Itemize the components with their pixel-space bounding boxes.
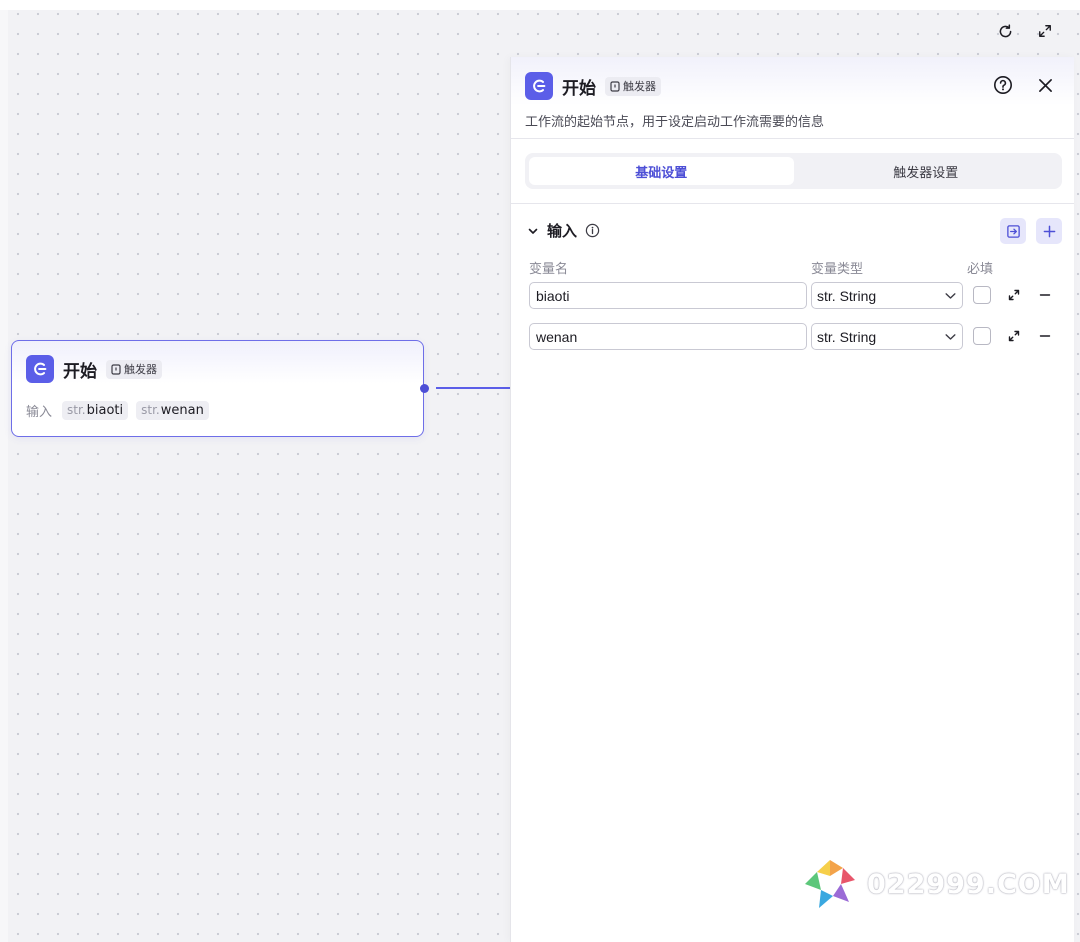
- tabs-wrapper: 基础设置 触发器设置: [511, 139, 1074, 189]
- trigger-tag-label: 触发器: [124, 363, 157, 376]
- remove-icon[interactable]: [1036, 327, 1054, 345]
- node-var-chip: str. biaoti: [62, 401, 129, 420]
- input-section-header: 输入: [511, 204, 1074, 256]
- variable-type-select[interactable]: str. String: [811, 323, 963, 350]
- expand-icon[interactable]: [1005, 327, 1023, 345]
- canvas-left-edge: [0, 10, 8, 942]
- panel-actions: [992, 74, 1056, 96]
- variable-row: str. String: [511, 282, 1074, 323]
- variable-name-input[interactable]: [529, 323, 807, 350]
- start-node[interactable]: 开始 触发器 输入 str. biaoti str. wenan: [11, 340, 424, 437]
- watermark-logo: [805, 860, 855, 908]
- var-chip-name: wenan: [160, 403, 204, 418]
- input-section-title[interactable]: 输入: [527, 220, 600, 241]
- type-select-value: str. String: [817, 329, 876, 345]
- var-chip-type: str.: [141, 403, 160, 417]
- type-name: String: [839, 328, 877, 345]
- col-variable-type: 变量类型: [811, 262, 864, 277]
- type-prefix: str.: [817, 287, 836, 304]
- info-icon[interactable]: [585, 223, 600, 238]
- chevron-down-icon: [945, 334, 956, 340]
- node-input-label: 输入: [26, 405, 53, 420]
- panel-header: 开始 触发器 工作流的起始节点，用于设定启动工作流需要的信息: [511, 57, 1074, 139]
- node-header: 开始 触发器: [26, 355, 162, 383]
- type-select-value: str. String: [817, 288, 876, 304]
- var-chip-type: str.: [67, 403, 86, 417]
- panel-title-row: 开始 触发器: [525, 72, 661, 100]
- col-required: 必填: [967, 262, 994, 277]
- watermark-text: 022999.COM: [867, 868, 1070, 900]
- chevron-down-icon: [945, 293, 956, 299]
- help-icon[interactable]: [992, 74, 1014, 96]
- settings-tabs: 基础设置 触发器设置: [525, 153, 1062, 189]
- add-variable-button[interactable]: [1036, 218, 1062, 244]
- import-icon: [1006, 224, 1020, 238]
- expand-icon[interactable]: [1034, 20, 1056, 42]
- node-edge: [436, 387, 510, 389]
- variable-column-headers: 变量名 变量类型 必填: [511, 256, 1074, 282]
- plus-icon: [1043, 225, 1055, 237]
- node-settings-panel: 开始 触发器 工作流的起始节点，用于设定启动工作流需要的信息 基础设置 触发器设…: [510, 57, 1074, 942]
- tab-trigger-settings[interactable]: 触发器设置: [794, 157, 1059, 185]
- remove-icon[interactable]: [1036, 286, 1054, 304]
- trigger-tag-label: 触发器: [623, 80, 656, 93]
- tab-basic-settings[interactable]: 基础设置: [529, 157, 794, 185]
- required-checkbox[interactable]: [973, 327, 991, 345]
- variable-row: str. String: [511, 323, 1074, 364]
- col-variable-name: 变量名: [529, 262, 569, 277]
- trigger-icon: [610, 80, 620, 92]
- start-node-icon: [525, 72, 553, 100]
- canvas-top-bar: [0, 0, 1080, 10]
- node-inputs: 输入 str. biaoti str. wenan: [26, 401, 209, 420]
- start-node-icon: [26, 355, 54, 383]
- watermark: 022999.COM: [803, 858, 1070, 910]
- expand-icon[interactable]: [1005, 286, 1023, 304]
- type-name: String: [839, 287, 877, 304]
- type-prefix: str.: [817, 328, 836, 345]
- variable-name-input[interactable]: [529, 282, 807, 309]
- var-chip-name: biaoti: [86, 403, 124, 418]
- canvas-toolbar: [994, 20, 1056, 42]
- section-actions: [1000, 218, 1062, 244]
- node-title: 开始: [63, 361, 97, 382]
- trigger-tag: 触发器: [605, 76, 661, 96]
- required-checkbox[interactable]: [973, 286, 991, 304]
- panel-description: 工作流的起始节点，用于设定启动工作流需要的信息: [525, 115, 825, 130]
- import-button[interactable]: [1000, 218, 1026, 244]
- panel-title: 开始: [562, 78, 596, 99]
- refresh-icon[interactable]: [994, 20, 1016, 42]
- trigger-icon: [111, 363, 121, 375]
- section-title-label: 输入: [547, 222, 578, 240]
- node-output-port[interactable]: [420, 384, 429, 393]
- trigger-tag: 触发器: [106, 359, 162, 379]
- chevron-down-icon[interactable]: [527, 225, 539, 237]
- node-var-chip: str. wenan: [136, 401, 209, 420]
- close-icon[interactable]: [1034, 74, 1056, 96]
- variable-type-select[interactable]: str. String: [811, 282, 963, 309]
